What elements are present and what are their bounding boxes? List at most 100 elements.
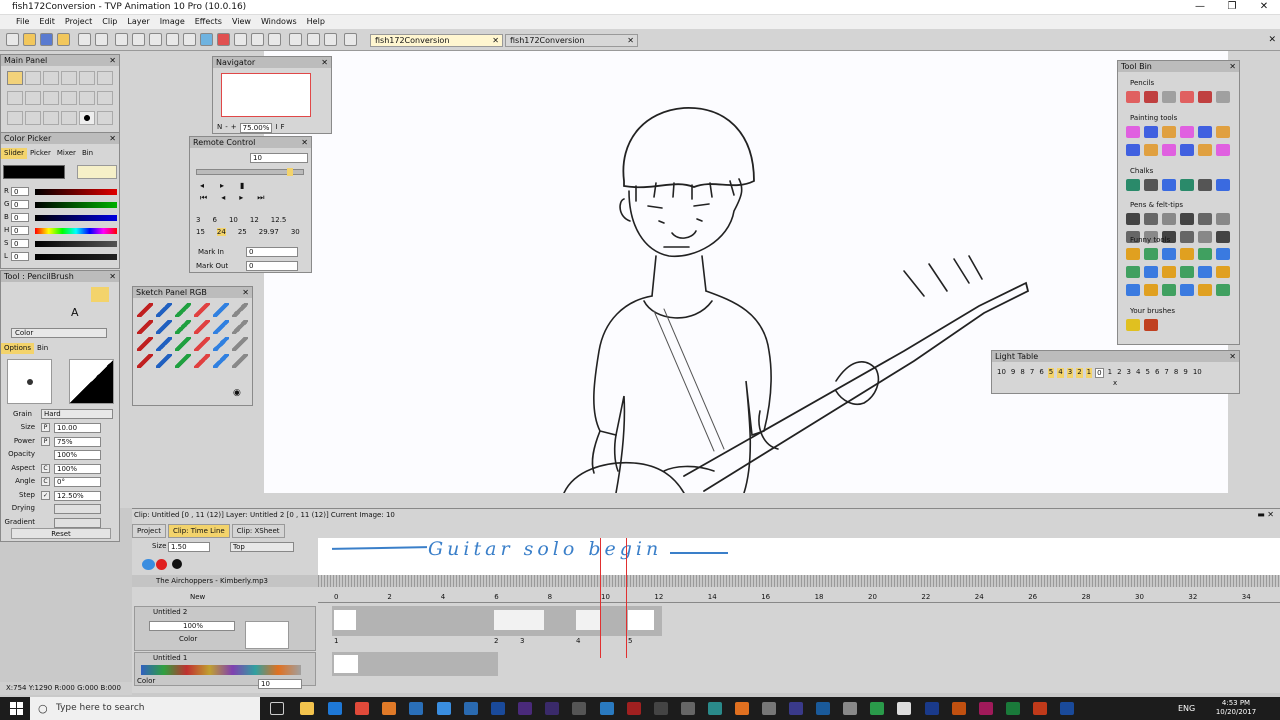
zoom-out-button[interactable]: - — [225, 123, 228, 133]
preset-brush-icon[interactable] — [1216, 248, 1230, 260]
slider-value-field[interactable]: 0 — [11, 252, 29, 261]
sketch-tool-icon[interactable] — [175, 337, 191, 351]
prop-value-field[interactable]: 100% — [54, 463, 101, 474]
task-view-icon[interactable] — [270, 702, 284, 715]
annotation-strip[interactable]: Guitar solo begin — [318, 538, 1280, 576]
sketch-tool-icon[interactable] — [232, 354, 248, 368]
menu-effects[interactable]: Effects — [195, 15, 222, 29]
brush-preset-icon[interactable] — [31, 305, 49, 320]
powerpoint-icon[interactable] — [1033, 702, 1047, 715]
xsheet-icon[interactable] — [324, 33, 337, 46]
app-icon[interactable] — [789, 702, 803, 715]
sketch-tool-icon[interactable] — [213, 320, 229, 334]
frame-thumb[interactable] — [334, 610, 356, 630]
color-slider[interactable] — [35, 241, 117, 247]
app-icon[interactable] — [762, 702, 776, 715]
menu-clip[interactable]: Clip — [102, 15, 117, 29]
light-table-after[interactable]: 8 — [1173, 368, 1179, 378]
preset-brush-icon[interactable] — [1162, 266, 1176, 278]
preset-brush-icon[interactable] — [1198, 91, 1212, 103]
prop-value-field[interactable]: 10.00 — [54, 423, 101, 433]
step-controls[interactable]: ⏮◂▸⏭ — [200, 193, 278, 203]
transform-icon[interactable] — [43, 91, 59, 105]
grain-select[interactable]: Hard — [41, 409, 113, 419]
layer-1-track[interactable] — [332, 652, 498, 676]
preset-brush-icon[interactable] — [1198, 213, 1212, 225]
sketch-tool-icon[interactable] — [232, 303, 248, 317]
tab-xsheet[interactable]: Clip: XSheet — [231, 524, 285, 538]
sketch-tool-icon[interactable] — [194, 303, 210, 317]
frame-thumb[interactable] — [576, 610, 600, 630]
prop-flag[interactable]: C — [41, 463, 50, 473]
stamp-icon[interactable] — [61, 111, 77, 125]
color-slider[interactable] — [35, 254, 117, 260]
tab-picker[interactable]: Picker — [27, 148, 54, 159]
pressure-curve[interactable] — [69, 359, 114, 404]
preset-brush-icon[interactable] — [1126, 319, 1140, 331]
redo-icon[interactable] — [95, 33, 108, 46]
fps-preset[interactable]: 6 — [212, 216, 216, 224]
restore-button[interactable]: ❐ — [1216, 0, 1248, 15]
word-icon[interactable] — [1060, 702, 1074, 715]
preset-brush-icon[interactable] — [1126, 179, 1140, 191]
sketch-tool-icon[interactable] — [194, 320, 210, 334]
mark-out-field[interactable]: 0 — [246, 261, 298, 271]
prop-value-field[interactable]: 100% — [54, 450, 101, 460]
tab-mixer[interactable]: Mixer — [54, 148, 79, 159]
tool-bin-section-label[interactable]: Funny tools — [1130, 236, 1170, 244]
fps-preset[interactable]: 12.5 — [271, 216, 287, 224]
preset-brush-icon[interactable] — [1162, 179, 1176, 191]
menu-project[interactable]: Project — [65, 15, 92, 29]
folder-icon[interactable] — [57, 33, 70, 46]
close-button[interactable]: ✕ — [1248, 0, 1280, 15]
preset-brush-icon[interactable] — [1198, 266, 1212, 278]
play-controls[interactable]: ◂▸▮ — [200, 181, 260, 190]
preset-brush-icon[interactable] — [1126, 144, 1140, 156]
light-table-before[interactable]: 7 — [1029, 368, 1035, 378]
layer-color-tags[interactable] — [141, 665, 301, 675]
preset-brush-icon[interactable] — [1162, 126, 1176, 138]
fps-preset[interactable]: 15 — [196, 228, 205, 236]
app-icon[interactable] — [816, 702, 830, 715]
preset-brush-icon[interactable] — [1162, 248, 1176, 260]
prop-flag[interactable]: C — [41, 477, 50, 486]
preset-brush-icon[interactable] — [1180, 213, 1194, 225]
preset-brush-icon[interactable] — [1162, 213, 1176, 225]
frame-field[interactable]: 10 — [250, 153, 308, 163]
black-dot-icon[interactable] — [172, 559, 182, 569]
layer-2-track[interactable] — [332, 606, 662, 636]
file-explorer-icon[interactable] — [300, 702, 314, 715]
text-brush-icon[interactable]: A — [71, 305, 89, 320]
prop-value-field[interactable]: 12.50% — [54, 490, 101, 501]
light-table-before[interactable]: 3 — [1066, 368, 1074, 378]
crop-icon[interactable] — [61, 91, 77, 105]
ellipse-tool-icon[interactable] — [61, 71, 77, 85]
move-icon[interactable] — [97, 91, 113, 105]
close-icon[interactable]: ✕ — [109, 133, 116, 144]
sketch-tool-icon[interactable] — [156, 303, 172, 317]
fps-preset[interactable]: 3 — [196, 216, 200, 224]
zoom-field[interactable]: 75.00% — [239, 123, 273, 133]
sound-waveform[interactable] — [318, 575, 1280, 587]
app-icon[interactable] — [708, 702, 722, 715]
preset-brush-icon[interactable] — [1126, 266, 1140, 278]
timeline-window-controls[interactable]: ▬ ✕ — [1257, 510, 1274, 519]
fps-preset[interactable]: 29.97 — [259, 228, 279, 236]
close-icon[interactable]: ✕ — [301, 137, 308, 148]
preset-brush-icon[interactable] — [1216, 284, 1230, 296]
eyedropper-icon[interactable] — [97, 111, 113, 125]
edge-icon[interactable] — [328, 702, 342, 715]
light-table-before[interactable]: 2 — [1076, 368, 1083, 378]
brush-preset-icon[interactable] — [51, 305, 69, 320]
light-table-after[interactable]: 1 — [1107, 368, 1113, 378]
sketch-tool-icon[interactable] — [156, 337, 172, 351]
close-icon[interactable]: ✕ — [242, 287, 249, 298]
layer-opacity[interactable]: 100% — [149, 621, 235, 631]
menu-help[interactable]: Help — [307, 15, 325, 29]
open-icon[interactable] — [23, 33, 36, 46]
prop-value-field[interactable] — [54, 504, 101, 514]
excel-icon[interactable] — [1006, 702, 1020, 715]
sketch-tool-icon[interactable] — [137, 337, 153, 351]
preset-brush-icon[interactable] — [1162, 284, 1176, 296]
preset-brush-icon[interactable] — [1126, 126, 1140, 138]
